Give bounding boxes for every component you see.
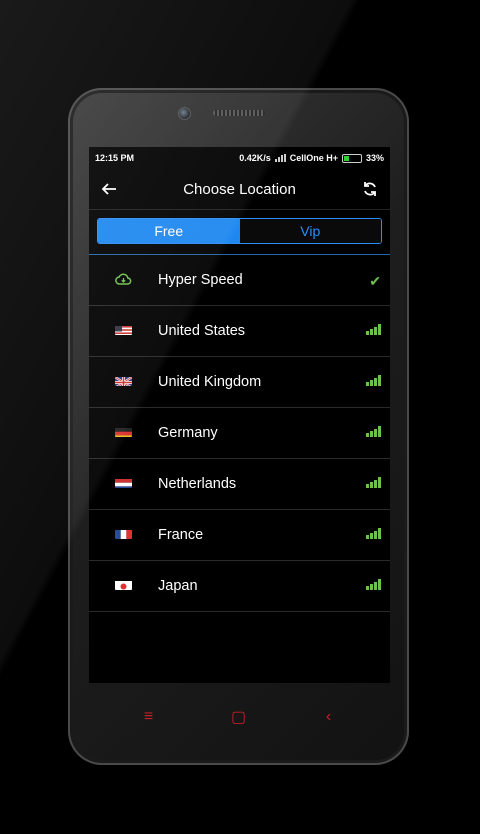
status-time: 12:15 PM: [95, 153, 135, 163]
signal-strength-icon: [366, 477, 381, 488]
location-name: France: [158, 527, 204, 543]
navigation-bar: ≡ ▢ ‹: [68, 695, 409, 739]
location-row-france[interactable]: France: [89, 510, 390, 561]
nl-flag-icon: [115, 477, 132, 488]
tab-vip[interactable]: Vip: [239, 219, 381, 243]
signal-strength-icon: [366, 579, 381, 590]
jp-flag-icon: [115, 579, 132, 590]
tab-free[interactable]: Free: [98, 219, 240, 243]
signal-strength-icon: [366, 528, 381, 539]
location-row-united-states[interactable]: United States: [89, 306, 390, 357]
location-row-germany[interactable]: Germany: [89, 408, 390, 459]
home-icon[interactable]: ▢: [224, 707, 254, 727]
signal-strength-icon: [366, 324, 381, 335]
location-name: Germany: [158, 425, 218, 441]
location-row-united-kingdom[interactable]: United Kingdom: [89, 357, 390, 408]
checkmark-icon: ✔: [369, 273, 381, 289]
screen: 12:15 PM 0.42K/s CellOne H+ 33% Choose L…: [89, 147, 390, 683]
location-name: Japan: [158, 578, 198, 594]
refresh-icon[interactable]: [360, 179, 380, 199]
battery-percent: 33%: [365, 153, 384, 163]
cloud-speed-icon: [115, 271, 132, 288]
signal-strength-icon: [366, 375, 381, 386]
location-list: Hyper Speed ✔ United States United Kingd…: [89, 255, 390, 612]
signal-icon: [274, 154, 286, 162]
location-name: Netherlands: [158, 476, 237, 492]
arrow-left-icon[interactable]: [99, 179, 119, 199]
uk-flag-icon: [115, 375, 132, 386]
us-flag-icon: [115, 324, 132, 335]
back-icon[interactable]: ‹: [314, 708, 344, 726]
app-bar: Choose Location: [89, 169, 390, 210]
battery-icon: [341, 153, 362, 163]
location-name: United States: [158, 323, 246, 339]
fr-flag-icon: [115, 528, 132, 539]
location-row-japan[interactable]: Japan: [89, 561, 390, 612]
plan-tabs: Free Vip: [97, 218, 382, 244]
location-name: United Kingdom: [158, 374, 262, 390]
de-flag-icon: [115, 426, 132, 437]
location-row-netherlands[interactable]: Netherlands: [89, 459, 390, 510]
signal-strength-icon: [366, 426, 381, 437]
status-bar: 12:15 PM 0.42K/s CellOne H+ 33%: [89, 147, 390, 169]
network-speed: 0.42K/s: [239, 153, 271, 163]
page-title: Choose Location: [183, 180, 296, 198]
location-name: Hyper Speed: [158, 272, 243, 288]
menu-icon[interactable]: ≡: [134, 708, 164, 726]
carrier-name: CellOne H+: [289, 153, 338, 163]
location-row-hyper-speed[interactable]: Hyper Speed ✔: [89, 255, 390, 306]
front-camera: [178, 107, 191, 120]
earpiece-speaker: [213, 110, 265, 116]
